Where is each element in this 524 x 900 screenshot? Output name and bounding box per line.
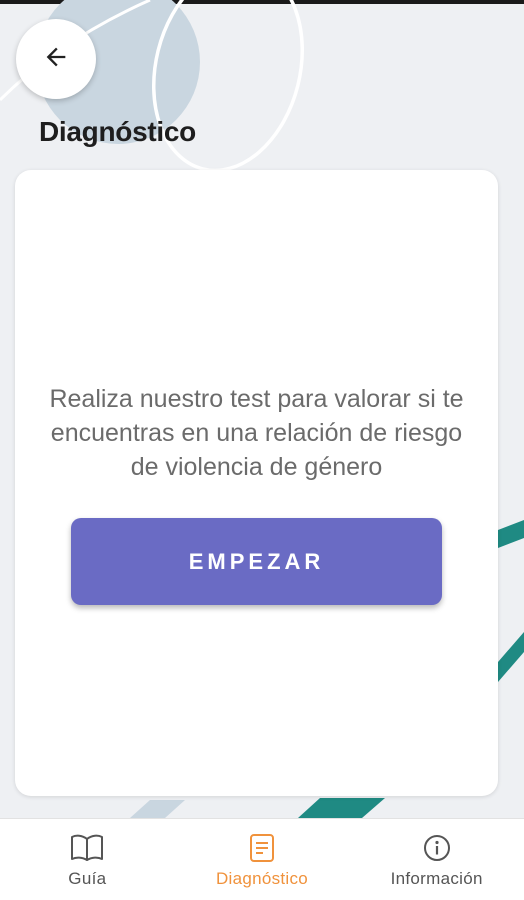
diagnostico-screen: Diagnóstico Realiza nuestro test para va… [0, 0, 524, 900]
nav-item-guia[interactable]: Guía [0, 819, 175, 900]
start-button[interactable]: EMPEZAR [71, 518, 442, 605]
decor-band-teal [298, 798, 385, 818]
back-button[interactable] [16, 19, 96, 99]
page-title: Diagnóstico [39, 116, 196, 147]
nav-item-informacion[interactable]: Información [349, 819, 524, 900]
card-description: Realiza nuestro test para valorar si te … [49, 385, 464, 481]
diagnostic-card: Realiza nuestro test para valorar si te … [15, 170, 498, 796]
info-icon [423, 833, 451, 863]
arrow-left-icon [42, 43, 70, 76]
decor-stripe-1 [498, 520, 524, 548]
nav-label-guia: Guía [68, 869, 107, 888]
decor-stripe-2 [498, 632, 524, 682]
document-icon [249, 833, 275, 863]
nav-label-informacion: Información [390, 869, 483, 888]
decor-band-light [130, 800, 185, 818]
book-icon [70, 833, 104, 863]
nav-label-diagnostico: Diagnóstico [215, 869, 309, 888]
bottom-navigation: Guía Diagnóstico Información [0, 818, 524, 900]
nav-item-diagnostico[interactable]: Diagnóstico [175, 819, 350, 900]
